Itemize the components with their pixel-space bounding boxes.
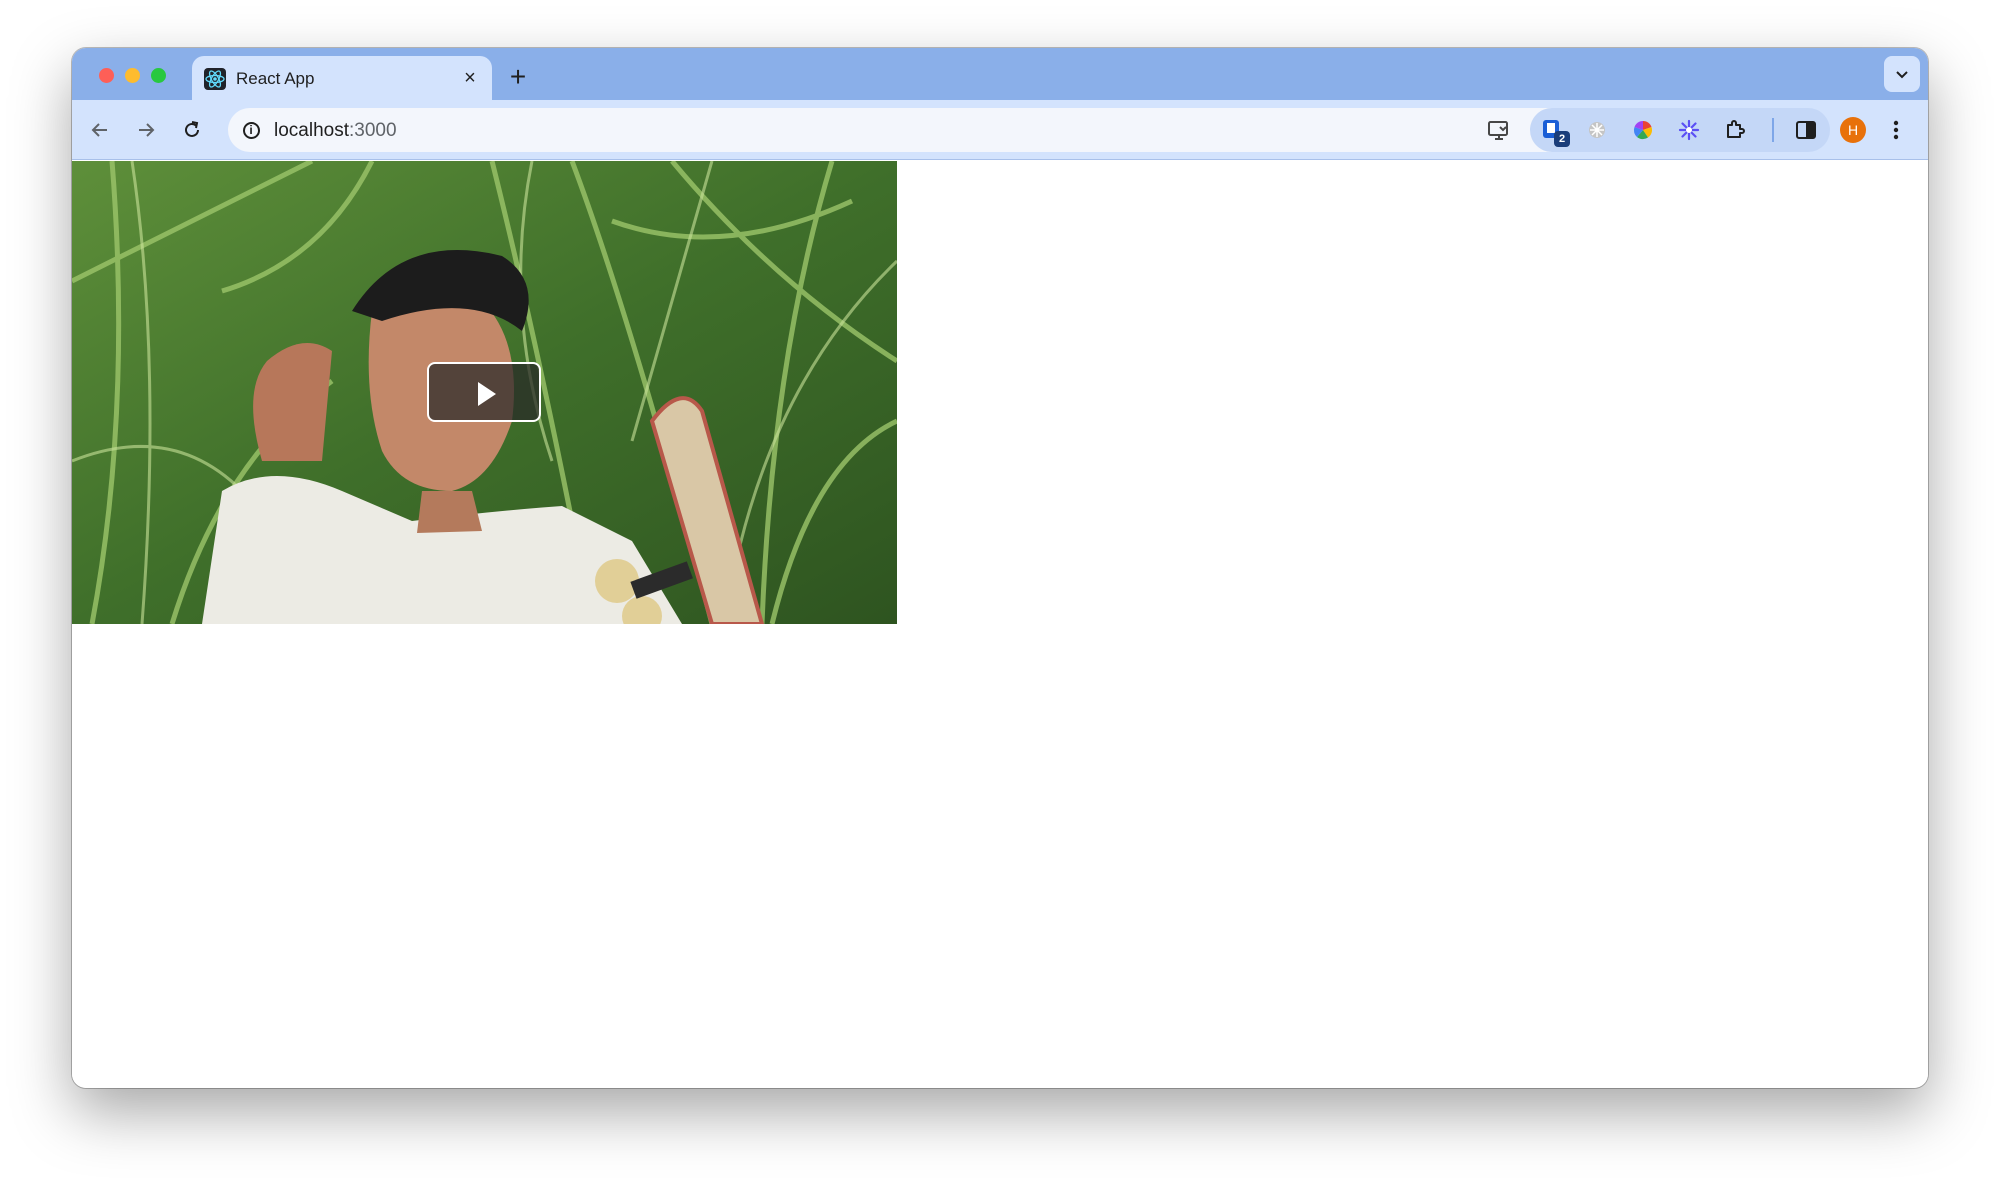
toolbar-divider xyxy=(1772,118,1774,142)
profile-avatar[interactable]: H xyxy=(1840,117,1866,143)
minimize-window-button[interactable] xyxy=(125,68,140,83)
extension-color-wheel-icon[interactable] xyxy=(1630,117,1656,143)
site-info-icon[interactable]: i xyxy=(238,117,264,143)
tab-strip: React App × + xyxy=(72,48,1928,100)
maximize-window-button[interactable] xyxy=(151,68,166,83)
new-tab-button[interactable]: + xyxy=(502,62,534,94)
close-window-button[interactable] xyxy=(99,68,114,83)
side-panel-icon[interactable] xyxy=(1790,114,1822,146)
url-text[interactable]: localhost:3000 xyxy=(274,120,397,142)
extensions-puzzle-icon[interactable] xyxy=(1722,117,1748,143)
extension-sparkle-icon[interactable] xyxy=(1676,117,1702,143)
play-button[interactable] xyxy=(427,362,541,422)
forward-arrow-icon[interactable] xyxy=(130,114,162,146)
back-arrow-icon[interactable] xyxy=(84,114,116,146)
browser-toolbar: i localhost:3000 2 H xyxy=(72,100,1928,160)
react-atom-icon xyxy=(204,68,226,90)
tab-react-app[interactable]: React App × xyxy=(192,56,492,100)
reload-icon[interactable] xyxy=(176,114,208,146)
chevron-down-icon[interactable] xyxy=(1884,56,1920,92)
extension-snowflake-icon[interactable] xyxy=(1584,117,1610,143)
page-viewport xyxy=(72,161,1928,1088)
address-bar[interactable]: i localhost:3000 xyxy=(228,108,1588,152)
play-icon xyxy=(478,382,496,406)
extension-badge: 2 xyxy=(1554,131,1570,147)
browser-window: React App × + i localhost:3000 2 H xyxy=(72,48,1928,1088)
extension-pages-icon[interactable]: 2 xyxy=(1540,117,1570,147)
more-menu-icon[interactable] xyxy=(1880,114,1912,146)
video-player[interactable] xyxy=(72,161,897,624)
install-app-icon[interactable] xyxy=(1485,116,1513,144)
close-tab-icon[interactable]: × xyxy=(458,66,482,90)
extensions-tray: 2 xyxy=(1530,108,1830,152)
tab-title: React App xyxy=(236,69,315,88)
